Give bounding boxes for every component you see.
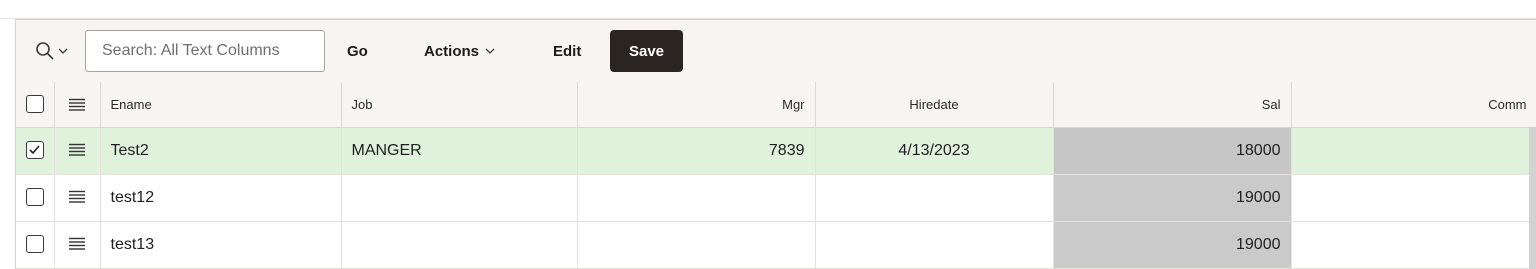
- column-header-ename[interactable]: Ename: [100, 82, 342, 128]
- column-header-mgr[interactable]: Mgr: [577, 82, 816, 128]
- grid-table: Ename Job Mgr Hiredate Sal Comm Test2 MA…: [16, 82, 1536, 269]
- save-button-label: Save: [628, 42, 665, 60]
- chevron-down-icon: [485, 48, 495, 54]
- actions-button-label: Actions: [424, 42, 480, 60]
- column-header-hiredate[interactable]: Hiredate: [815, 82, 1054, 128]
- row-actions-cell[interactable]: [54, 174, 101, 222]
- select-all-header: [16, 82, 55, 128]
- cell-job[interactable]: MANGER: [341, 127, 578, 175]
- interactive-grid: Go Actions Edit Save Ename: [15, 19, 1536, 269]
- go-button[interactable]: Go: [347, 30, 368, 72]
- go-button-label: Go: [347, 42, 368, 60]
- cell-mgr[interactable]: 7839: [577, 127, 816, 175]
- hamburger-icon: [69, 191, 85, 203]
- cell-job[interactable]: [341, 174, 578, 222]
- row-select-cell: [16, 174, 55, 222]
- row-checkbox[interactable]: [25, 235, 44, 254]
- row-checkbox[interactable]: [25, 141, 44, 160]
- hamburger-icon: [69, 98, 85, 111]
- hamburger-icon: [69, 144, 85, 156]
- edit-button[interactable]: Edit: [553, 30, 581, 72]
- grid-header-row: Ename Job Mgr Hiredate Sal Comm: [16, 82, 1536, 128]
- cell-hiredate[interactable]: [815, 174, 1054, 222]
- cell-ename[interactable]: test12: [100, 174, 342, 222]
- cell-hiredate[interactable]: 4/13/2023: [815, 127, 1054, 175]
- save-button[interactable]: Save: [610, 30, 683, 72]
- table-row[interactable]: test13 19000: [16, 221, 1536, 269]
- row-select-cell: [16, 127, 55, 175]
- row-select-cell: [16, 221, 55, 269]
- cell-ename[interactable]: test13: [100, 221, 342, 269]
- cell-sal[interactable]: 18000: [1053, 127, 1292, 175]
- search-input[interactable]: [85, 30, 325, 72]
- cell-comm[interactable]: [1291, 127, 1536, 175]
- grid-toolbar: Go Actions Edit Save: [16, 20, 1536, 82]
- select-all-checkbox[interactable]: [25, 95, 44, 114]
- table-row[interactable]: test12 19000: [16, 174, 1536, 222]
- cell-job[interactable]: [341, 221, 578, 269]
- cell-comm[interactable]: [1291, 221, 1536, 269]
- cell-mgr[interactable]: [577, 221, 816, 269]
- row-checkbox[interactable]: [25, 188, 44, 207]
- checkmark-icon: [29, 145, 40, 155]
- cell-comm[interactable]: [1291, 174, 1536, 222]
- hamburger-icon: [69, 238, 85, 250]
- cell-sal[interactable]: 19000: [1053, 174, 1292, 222]
- column-header-comm[interactable]: Comm: [1291, 82, 1536, 128]
- row-actions-cell[interactable]: [54, 221, 101, 269]
- cell-hiredate[interactable]: [815, 221, 1054, 269]
- chevron-down-icon: [58, 48, 68, 54]
- page-top-strip: [0, 0, 1536, 19]
- table-row[interactable]: Test2 MANGER 7839 4/13/2023 18000: [16, 127, 1536, 175]
- search-column-menu-button[interactable]: [35, 39, 75, 63]
- edit-button-label: Edit: [553, 42, 582, 60]
- cell-ename[interactable]: Test2: [100, 127, 342, 175]
- magnifier-icon: [36, 42, 54, 60]
- row-actions-cell[interactable]: [54, 127, 101, 175]
- column-header-sal[interactable]: Sal: [1053, 82, 1292, 128]
- actions-menu-button[interactable]: Actions: [424, 30, 496, 72]
- cell-mgr[interactable]: [577, 174, 816, 222]
- row-actions-header: [54, 82, 101, 128]
- vertical-scrollbar[interactable]: [1529, 127, 1536, 269]
- column-header-job[interactable]: Job: [341, 82, 578, 128]
- cell-sal[interactable]: 19000: [1053, 221, 1292, 269]
